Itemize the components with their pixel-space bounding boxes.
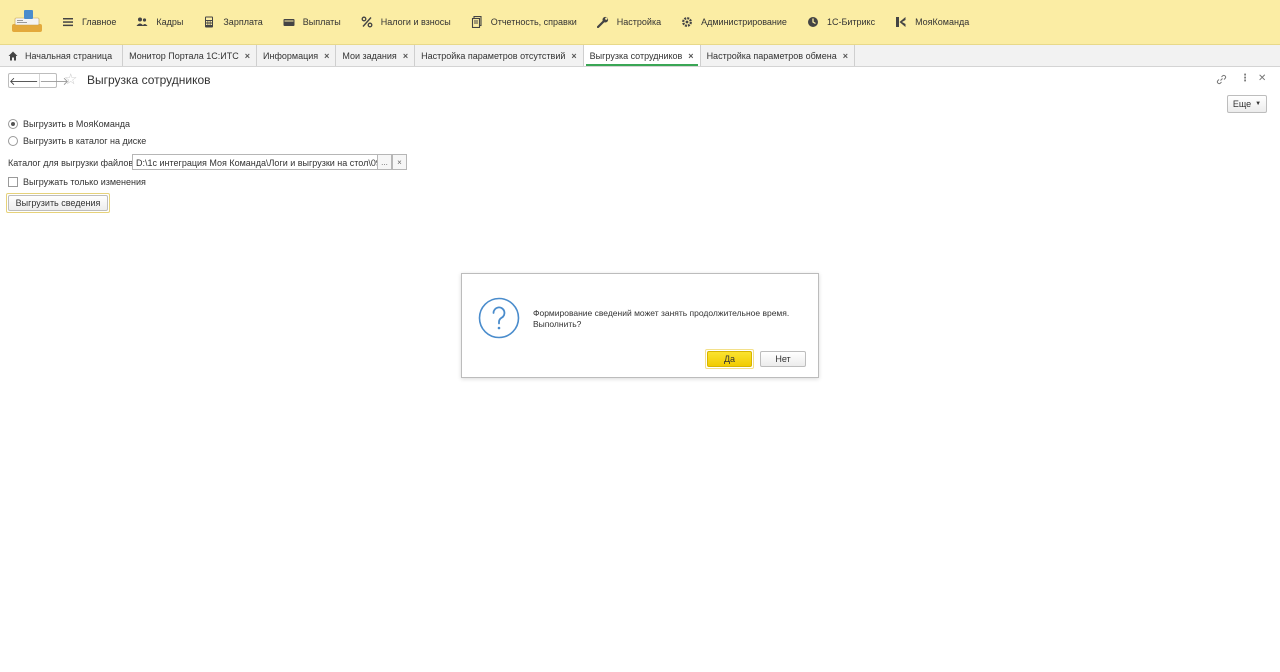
- menu-item-label: Администрирование: [701, 17, 787, 27]
- close-icon[interactable]: ×: [403, 51, 408, 61]
- history-nav: 🡐 🡒: [8, 73, 69, 88]
- radio-button[interactable]: [8, 136, 18, 146]
- menu-item-bitrix[interactable]: 1С-Битрикс: [797, 0, 885, 45]
- favorite-star-icon[interactable]: ☆: [64, 72, 77, 88]
- radio-label: Выгрузить в МояКоманда: [23, 119, 131, 129]
- wrench-icon: [596, 16, 609, 28]
- export-data-button[interactable]: Выгрузить сведения: [6, 193, 110, 213]
- home-icon: [8, 51, 18, 60]
- tab-absence-settings[interactable]: Настройка параметров отсутствий ×: [415, 45, 584, 66]
- close-form-icon[interactable]: ✕: [1258, 73, 1266, 84]
- gear-icon: [681, 16, 693, 28]
- menu-item-hr[interactable]: Кадры: [126, 0, 193, 45]
- yes-button-label: Да: [707, 351, 752, 367]
- menu-item-label: 1С-Битрикс: [826, 17, 876, 27]
- close-icon[interactable]: ×: [688, 51, 693, 61]
- menu-item-label: Налоги и взносы: [380, 17, 451, 27]
- menu-item-label: Зарплата: [223, 17, 263, 27]
- only-changes-checkbox[interactable]: [8, 177, 18, 187]
- menu-item-label: МояКоманда: [915, 17, 970, 27]
- only-changes-option[interactable]: Выгружать только изменения: [8, 177, 146, 187]
- export-folder-label: Каталог для выгрузки файлов:: [8, 158, 136, 168]
- wallet-icon: [283, 16, 295, 28]
- people-icon: [136, 16, 148, 28]
- app-logo-icon[interactable]: [10, 8, 44, 36]
- percent-icon: [361, 16, 373, 28]
- clear-field-button[interactable]: ×: [392, 154, 407, 170]
- menu-item-my-team[interactable]: МояКоманда: [885, 0, 979, 45]
- export-data-button-label: Выгрузить сведения: [8, 195, 108, 211]
- menu-item-admin[interactable]: Администрирование: [671, 0, 797, 45]
- menu-item-label: Выплаты: [302, 17, 341, 27]
- open-windows-tabbar: Начальная страница Монитор Портала 1С:ИТ…: [0, 45, 1280, 67]
- dialog-message: Формирование сведений может занять продо…: [533, 308, 790, 329]
- tab-my-tasks[interactable]: Мои задания ×: [336, 45, 416, 66]
- yes-button[interactable]: Да: [705, 349, 754, 369]
- menu-item-settings[interactable]: Настройка: [587, 0, 671, 45]
- bitrix-icon: [807, 16, 819, 28]
- close-icon[interactable]: ×: [843, 51, 848, 61]
- main-menu-bar: Главное Кадры Зарплата Выплаты Налоги и …: [0, 0, 1280, 45]
- menu-item-reports[interactable]: Отчетность, справки: [461, 0, 587, 45]
- menu-lines-icon: [62, 16, 74, 28]
- menu-item-payments[interactable]: Выплаты: [273, 0, 351, 45]
- radio-export-to-disk[interactable]: Выгрузить в каталог на диске: [8, 136, 146, 146]
- menu-item-salary[interactable]: Зарплата: [193, 0, 272, 45]
- select-folder-button[interactable]: ...: [377, 154, 392, 170]
- tab-label: Выгрузка сотрудников: [589, 50, 683, 61]
- close-icon[interactable]: ×: [245, 51, 250, 61]
- more-vertical-icon[interactable]: ⋮: [1240, 73, 1250, 84]
- documents-icon: [471, 16, 483, 28]
- tab-its-monitor[interactable]: Монитор Портала 1С:ИТС ×: [123, 45, 258, 66]
- page-title: Выгрузка сотрудников: [87, 73, 211, 87]
- close-icon[interactable]: ×: [571, 51, 576, 61]
- menu-item-label: Кадры: [156, 17, 184, 27]
- question-icon: [478, 297, 520, 339]
- menu-item-label: Отчетность, справки: [490, 17, 577, 27]
- export-folder-input[interactable]: D:\1с интеграция Моя Команда\Логи и выгр…: [132, 154, 378, 170]
- menu-item-label: Главное: [82, 17, 117, 27]
- link-icon[interactable]: [1216, 74, 1227, 88]
- menu-item-main[interactable]: Главное: [52, 0, 126, 45]
- tab-label: Монитор Портала 1С:ИТС: [129, 50, 239, 61]
- chevron-down-icon: ▼: [1255, 101, 1262, 107]
- close-icon[interactable]: ×: [324, 51, 329, 61]
- checkbox-label: Выгружать только изменения: [23, 177, 146, 187]
- tab-label: Начальная страница: [25, 50, 113, 61]
- tab-home[interactable]: Начальная страница: [0, 45, 124, 66]
- tab-label: Мои задания: [342, 50, 397, 61]
- radio-button[interactable]: [8, 119, 18, 129]
- tab-label: Настройка параметров обмена: [706, 50, 837, 61]
- menu-item-taxes[interactable]: Налоги и взносы: [351, 0, 461, 45]
- tab-employee-export[interactable]: Выгрузка сотрудников ×: [583, 45, 701, 66]
- menu-item-label: Настройка: [616, 17, 662, 27]
- more-button[interactable]: Еще ▼: [1227, 95, 1267, 113]
- confirmation-dialog: Формирование сведений может занять продо…: [461, 273, 819, 378]
- tab-label: Информация: [263, 50, 319, 61]
- tab-label: Настройка параметров отсутствий: [421, 50, 566, 61]
- team-icon: [895, 16, 907, 28]
- tab-exchange-settings[interactable]: Настройка параметров обмена ×: [700, 45, 855, 66]
- back-arrow-icon[interactable]: 🡐: [9, 74, 39, 88]
- more-button-label: Еще: [1232, 99, 1252, 109]
- tab-information[interactable]: Информация ×: [257, 45, 337, 66]
- no-button[interactable]: Нет: [760, 351, 806, 367]
- radio-export-to-my-team[interactable]: Выгрузить в МояКоманда: [8, 119, 130, 129]
- radio-label: Выгрузить в каталог на диске: [23, 136, 147, 146]
- calculator-icon: [203, 16, 215, 28]
